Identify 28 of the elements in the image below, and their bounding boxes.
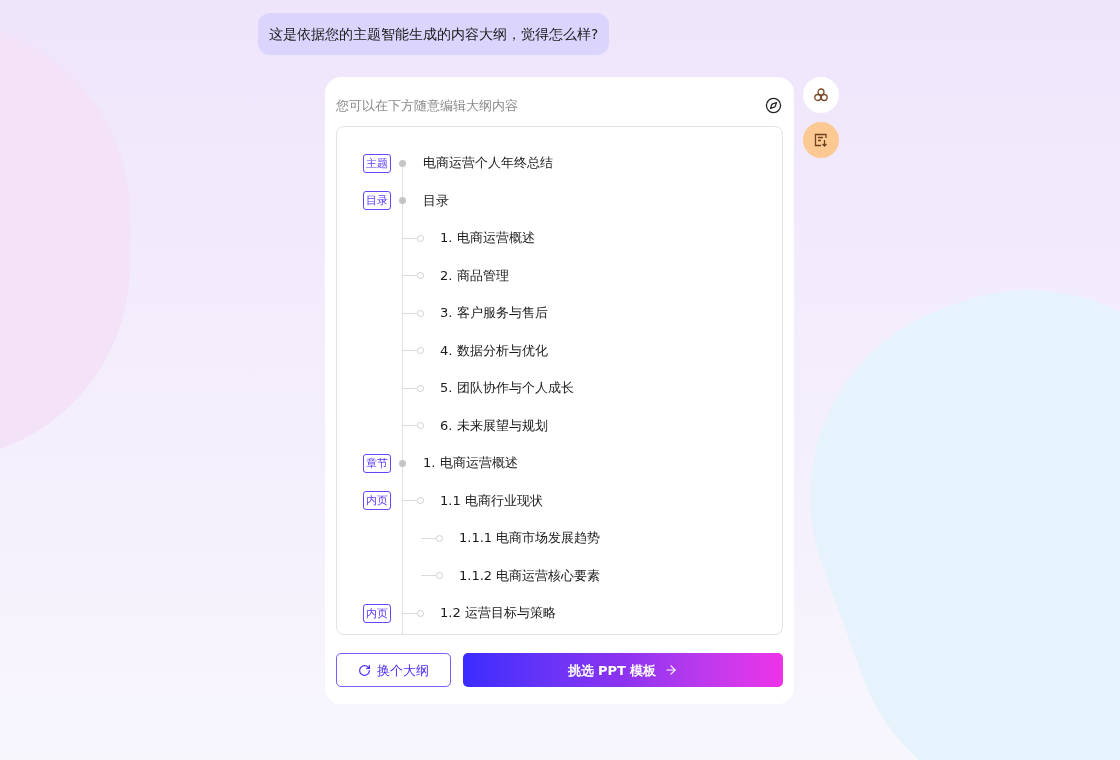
- outline-item[interactable]: 1.1.2 电商运营核心要素: [459, 565, 601, 586]
- outline-item[interactable]: 6. 未来展望与规划: [440, 415, 548, 436]
- outline-item[interactable]: 1. 电商运营概述: [423, 453, 518, 473]
- document-download-icon: [813, 132, 829, 149]
- outline-item[interactable]: 1. 电商运营概述: [440, 228, 535, 248]
- outline-item[interactable]: 3. 客户服务与售后: [440, 303, 548, 323]
- outline-item[interactable]: 4. 数据分析与优化: [440, 340, 548, 361]
- refresh-icon: [358, 663, 371, 677]
- outline-tag: 内页: [363, 603, 391, 623]
- outline-item[interactable]: 5. 团队协作与个人成长: [440, 378, 574, 398]
- compass-icon[interactable]: [765, 96, 782, 114]
- outline-tag: 主题: [363, 153, 391, 173]
- outline-item[interactable]: 2. 商品管理: [440, 265, 509, 286]
- change-outline-button[interactable]: 换个大纲: [336, 653, 451, 688]
- outline-item[interactable]: 1.1 电商行业现状: [440, 490, 543, 511]
- export-button[interactable]: [803, 122, 839, 159]
- choose-template-button[interactable]: 挑选 PPT 模板: [463, 653, 783, 688]
- outline-tag: 章节: [363, 453, 391, 473]
- hint-text: 您可以在下方随意编辑大纲内容: [336, 96, 518, 115]
- outline-item[interactable]: 目录: [423, 190, 449, 211]
- outline-tag: 目录: [363, 191, 391, 210]
- outline-item[interactable]: 1.1.1 电商市场发展趋势: [459, 528, 601, 548]
- shapes-button[interactable]: [803, 77, 839, 114]
- outline-tag: 内页: [363, 491, 391, 510]
- chat-bubble: 这是依据您的主题智能生成的内容大纲，觉得怎么样?: [258, 13, 610, 56]
- circles-icon: [813, 87, 829, 104]
- outline-item[interactable]: 电商运营个人年终总结: [423, 153, 553, 173]
- outline-item[interactable]: 1.2 运营目标与策略: [440, 603, 556, 623]
